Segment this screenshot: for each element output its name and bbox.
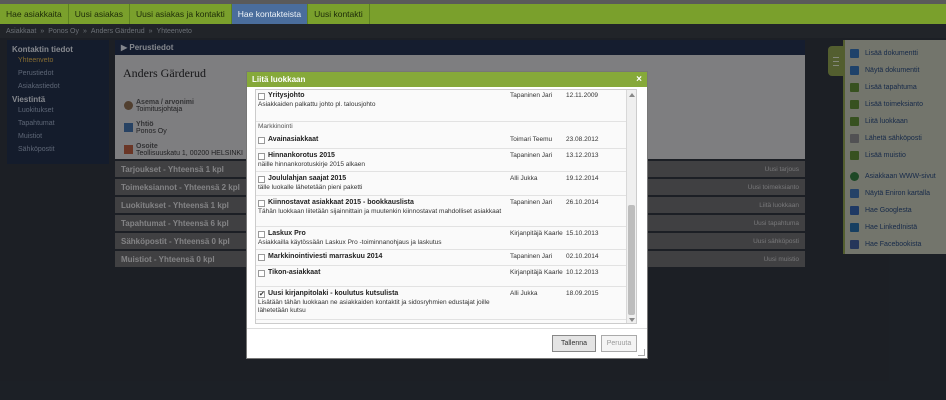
class-name: Kiinnostavat asiakkaat 2015 - bookkausli… [268,199,414,206]
tab-search-customers[interactable]: Hae asiakkaita [0,4,69,24]
class-checkbox[interactable] [258,93,265,100]
class-list[interactable]: Yritysjohto Asiakkaiden palkattu johto p… [255,89,637,324]
scroll-thumb[interactable] [628,205,635,315]
tab-search-contacts[interactable]: Hae kontakteista [231,4,309,24]
class-description: tälle luokalle lähetetään pieni paketti [258,184,363,191]
list-item: Tikon-asiakkaat Kirjanpitäjä Kaarle 10.1… [256,267,628,287]
class-date: 15.10.2013 [566,230,599,237]
class-checkbox[interactable] [258,153,265,160]
class-date: 12.11.2009 [566,92,599,99]
close-icon[interactable]: × [636,74,642,85]
class-date: 19.12.2014 [566,175,599,182]
class-owner: Tapaninen Jari [510,92,553,99]
resize-grip-icon[interactable] [638,349,645,356]
list-scrollbar[interactable] [626,90,636,323]
tab-new-contact[interactable]: Uusi kontakti [308,4,370,24]
class-owner: Alli Jukka [510,175,538,182]
class-description: Asiakkailla käytössään Laskux Pro -toimi… [258,239,442,246]
class-name: Yritysjohto [268,92,305,99]
top-navigation: Hae asiakkaita Uusi asiakas Uusi asiakas… [0,4,946,24]
list-item: Markkinointiviesti marraskuu 2014 Tapani… [256,251,628,266]
class-checkbox[interactable] [258,176,265,183]
save-button[interactable]: Tallenna [552,335,596,352]
class-description: Asiakkaiden palkattu johto pl. talousjoh… [258,101,376,108]
class-owner: Tapaninen Jari [510,152,553,159]
class-name: Avainasiakkaat [268,136,319,143]
class-name: Joululahjan saajat 2015 [268,175,347,182]
class-date: 02.10.2014 [566,253,599,260]
tab-new-customer[interactable]: Uusi asiakas [69,4,130,24]
attach-class-dialog: Liitä luokkaan × Yritysjohto Asiakkaiden… [246,71,648,359]
class-owner: Tapaninen Jari [510,253,553,260]
list-item: Kiinnostavat asiakkaat 2015 - bookkausli… [256,197,628,227]
class-description: Lisätään tähän luokkaan ne asiakkaiden k… [258,299,490,314]
list-item: Joululahjan saajat 2015 tälle luokalle l… [256,173,628,196]
class-checkbox[interactable] [258,254,265,261]
list-item: Avainasiakkaat Toimari Teemu 23.08.2012 [256,134,628,149]
dialog-title: Liitä luokkaan [252,75,306,84]
tab-new-customer-and-contact[interactable]: Uusi asiakas ja kontakti [130,4,232,24]
class-name: Hinnankorotus 2015 [268,152,335,159]
class-checkbox[interactable] [258,231,265,238]
class-description: Tähän luokkaan liitetään sijainnittain j… [258,208,502,215]
class-owner: Alli Jukka [510,290,538,297]
class-date: 23.08.2012 [566,136,599,143]
class-name: Tikon-asiakkaat [268,269,321,276]
class-checkbox[interactable] [258,137,265,144]
class-owner: Toimari Teemu [510,136,553,143]
class-date: 18.09.2015 [566,290,599,297]
dialog-title-bar: Liitä luokkaan × [247,72,647,87]
list-item: Yritysjohto Asiakkaiden palkattu johto p… [256,90,628,122]
class-name: Markkinointiviesti marraskuu 2014 [268,253,383,260]
scroll-down-icon[interactable] [629,318,635,322]
class-name: Uusi kirjanpitolaki - koulutus kutsulist… [268,290,399,297]
class-owner: Kirjanpitäjä Kaarle [510,230,563,237]
class-checkbox[interactable] [258,200,265,207]
scroll-up-icon[interactable] [629,93,635,97]
class-date: 26.10.2014 [566,199,599,206]
list-item: Hinnankorotus 2015 näille hinnankorotusk… [256,150,628,172]
class-date: 10.12.2013 [566,269,599,276]
list-item: ✔ Uusi kirjanpitolaki - koulutus kutsuli… [256,288,628,320]
class-name: Laskux Pro [268,230,306,237]
list-item: Laskux Pro Asiakkailla käytössään Laskux… [256,228,628,250]
class-owner: Tapaninen Jari [510,199,553,206]
class-checkbox[interactable] [258,270,265,277]
class-description: näille hinnankorotuskirje 2015 alkaen [258,161,365,168]
class-checkbox-checked[interactable]: ✔ [258,291,265,298]
group-label: Markkinointi [258,123,293,130]
class-owner: Kirjanpitäjä Kaarle [510,269,563,276]
class-date: 13.12.2013 [566,152,599,159]
cancel-button[interactable]: Peruuta [601,335,637,352]
dialog-footer: Tallenna Peruuta [247,328,647,358]
